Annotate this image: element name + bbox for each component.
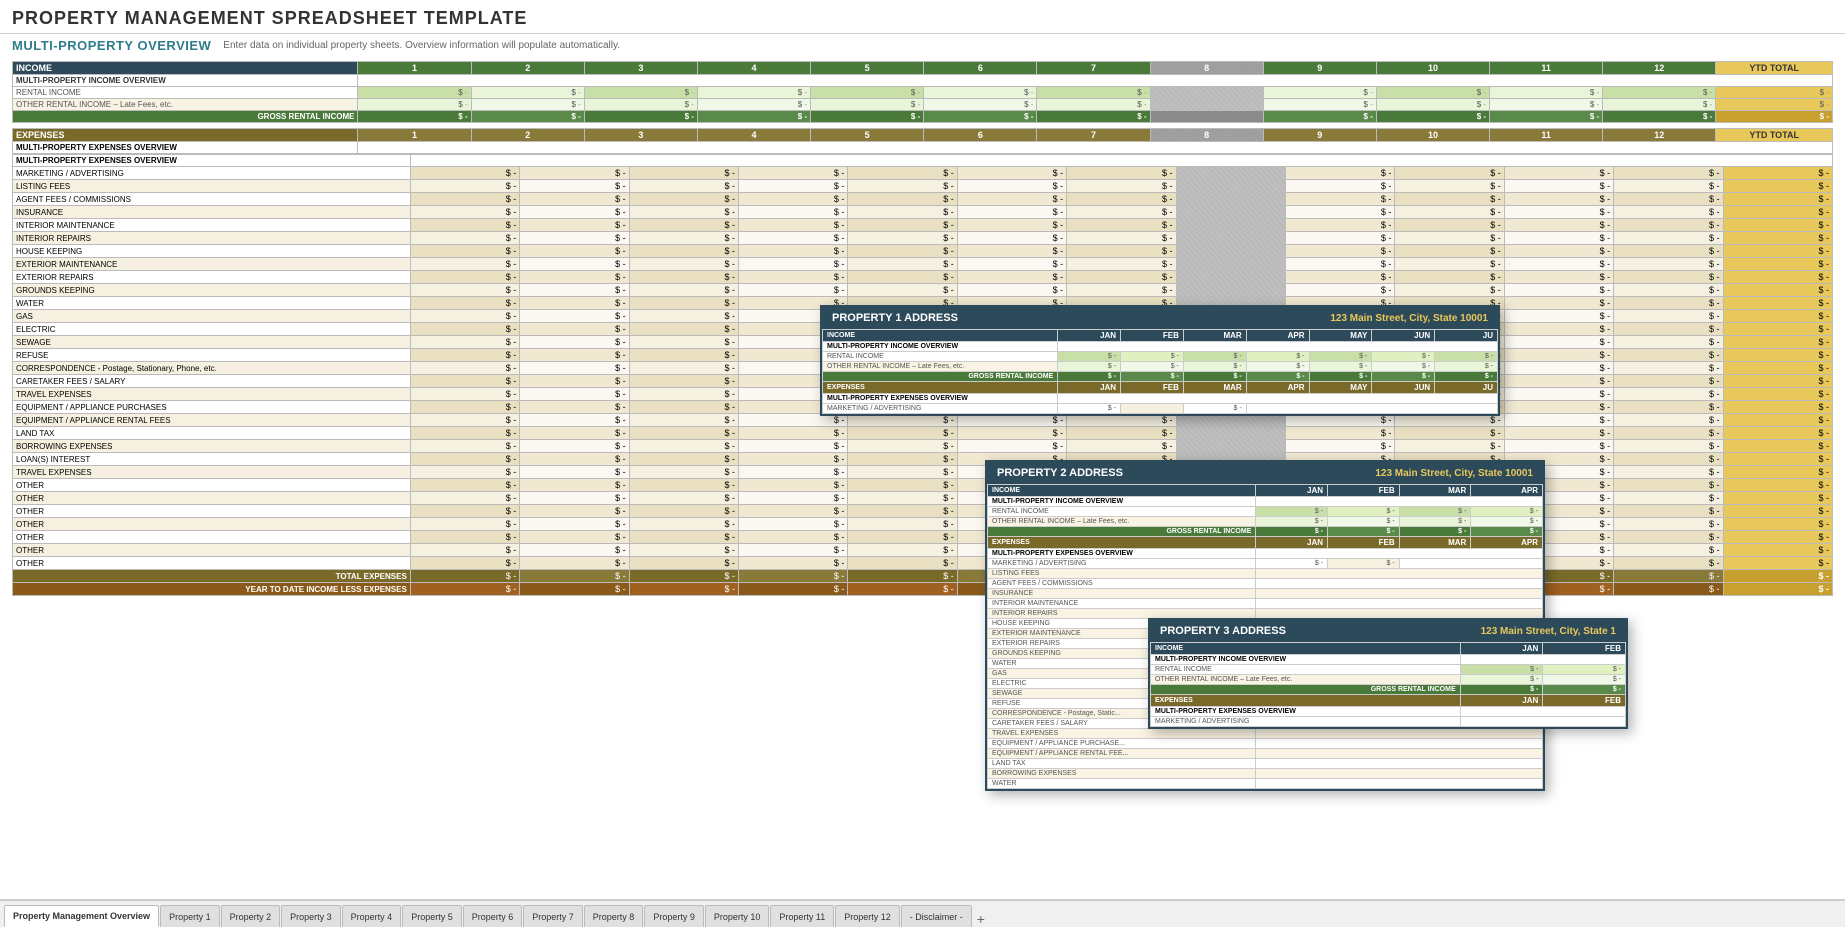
expense-row-21: LAND TAX $ - $ - $ - $ - $ - $ - $ - $ -… xyxy=(13,427,1833,440)
expense-row-6: INTERIOR REPAIRS $ - $ - $ - $ - $ - $ -… xyxy=(13,232,1833,245)
expenses-header-row: EXPENSES 1 2 3 4 5 6 7 8 9 10 11 12 YTD … xyxy=(13,129,1833,142)
tab-property-12[interactable]: Property 12 xyxy=(835,905,900,927)
expense-row-9: EXTERIOR REPAIRS $ - $ - $ - $ - $ - $ -… xyxy=(13,271,1833,284)
property1-address: 123 Main Street, City, State 10001 xyxy=(1330,313,1488,324)
tab-property-management-overview[interactable]: Property Management Overview xyxy=(4,905,159,927)
expense-row-5: INTERIOR MAINTENANCE $ - $ - $ - $ - $ -… xyxy=(13,219,1833,232)
tab-property-11[interactable]: Property 11 xyxy=(770,905,834,927)
section-header: MULTI-PROPERTY OVERVIEW Enter data on in… xyxy=(0,34,1845,57)
property3-address: 123 Main Street, City, State 1 xyxy=(1481,626,1616,637)
expense-row-26: OTHER $ - $ - $ - $ - $ - $ - $ - $ - $ … xyxy=(13,492,1833,505)
add-tab-button[interactable]: + xyxy=(973,911,989,927)
property3-title: PROPERTY 3 ADDRESS xyxy=(1160,625,1286,637)
expense-row-29: OTHER $ - $ - $ - $ - $ - $ - $ - $ - $ … xyxy=(13,531,1833,544)
tab-property-3[interactable]: Property 3 xyxy=(281,905,341,927)
tab-property-9[interactable]: Property 9 xyxy=(644,905,704,927)
property1-title: PROPERTY 1 ADDRESS xyxy=(832,312,958,324)
expense-row-23: LOAN(S) INTEREST $ - $ - $ - $ - $ - $ -… xyxy=(13,453,1833,466)
expense-row-28: OTHER $ - $ - $ - $ - $ - $ - $ - $ - $ … xyxy=(13,518,1833,531)
property3-table: INCOME JAN FEB MULTI-PROPERTY INCOME OVE… xyxy=(1150,642,1626,727)
section-subtitle: Enter data on individual property sheets… xyxy=(223,40,620,51)
expense-row-0: MULTI-PROPERTY EXPENSES OVERVIEW xyxy=(13,155,1833,167)
app-container: PROPERTY MANAGEMENT SPREADSHEET TEMPLATE… xyxy=(0,0,1845,927)
tab-property-10[interactable]: Property 10 xyxy=(705,905,770,927)
income-header-row: INCOME 1 2 3 4 5 6 7 8 9 10 11 12 YTD TO… xyxy=(13,62,1833,75)
property2-address: 123 Main Street, City, State 10001 xyxy=(1375,468,1533,479)
expense-row-33: YEAR TO DATE INCOME LESS EXPENSES $ -$ -… xyxy=(13,583,1833,596)
spreadsheet-area: INCOME 1 2 3 4 5 6 7 8 9 10 11 12 YTD TO… xyxy=(0,57,1845,877)
tab-property-1[interactable]: Property 1 xyxy=(160,905,220,927)
property2-title: PROPERTY 2 ADDRESS xyxy=(997,467,1123,479)
expense-row-10: GROUNDS KEEPING $ - $ - $ - $ - $ - $ - … xyxy=(13,284,1833,297)
gross-rental-income-row: GROSS RENTAL INCOME $ - $ - $ - $ - $ - … xyxy=(13,111,1833,123)
expense-row-32: TOTAL EXPENSES $ -$ -$ -$ -$ -$ -$ -$ -$… xyxy=(13,570,1833,583)
expense-row-4: INSURANCE $ - $ - $ - $ - $ - $ - $ - $ … xyxy=(13,206,1833,219)
expense-row-8: EXTERIOR MAINTENANCE $ - $ - $ - $ - $ -… xyxy=(13,258,1833,271)
rental-income-row: RENTAL INCOME $ - $ - $ - $ - $ - $ - $ … xyxy=(13,87,1833,99)
section-title: MULTI-PROPERTY OVERVIEW xyxy=(12,38,211,53)
app-header: PROPERTY MANAGEMENT SPREADSHEET TEMPLATE xyxy=(0,0,1845,34)
tab-property-7[interactable]: Property 7 xyxy=(523,905,583,927)
expense-row-31: OTHER $ - $ - $ - $ - $ - $ - $ - $ - $ … xyxy=(13,557,1833,570)
other-rental-income-row: OTHER RENTAL INCOME – Late Fees, etc. $ … xyxy=(13,99,1833,111)
expense-row-25: OTHER $ - $ - $ - $ - $ - $ - $ - $ - $ … xyxy=(13,479,1833,492)
tab-property-4[interactable]: Property 4 xyxy=(342,905,402,927)
income-label: INCOME xyxy=(13,62,358,75)
expense-row-2: LISTING FEES $ - $ - $ - $ - $ - $ - $ -… xyxy=(13,180,1833,193)
tab-bar: Property Management Overview Property 1 … xyxy=(0,899,1845,927)
property3-popup: PROPERTY 3 ADDRESS 123 Main Street, City… xyxy=(1148,618,1628,729)
tab-property-8[interactable]: Property 8 xyxy=(584,905,644,927)
tab-disclaimer[interactable]: - Disclaimer - xyxy=(901,905,972,927)
expense-row-27: OTHER $ - $ - $ - $ - $ - $ - $ - $ - $ … xyxy=(13,505,1833,518)
property1-table: INCOME JAN FEB MAR APR MAY JUN JU MULTI-… xyxy=(822,329,1498,414)
tab-property-5[interactable]: Property 5 xyxy=(402,905,462,927)
property1-popup-header: PROPERTY 1 ADDRESS 123 Main Street, City… xyxy=(822,307,1498,329)
tab-property-2[interactable]: Property 2 xyxy=(221,905,281,927)
income-section-header: MULTI-PROPERTY INCOME OVERVIEW xyxy=(13,75,1833,87)
main-table: INCOME 1 2 3 4 5 6 7 8 9 10 11 12 YTD TO… xyxy=(12,61,1833,154)
expense-row-7: HOUSE KEEPING $ - $ - $ - $ - $ - $ - $ … xyxy=(13,245,1833,258)
expense-row-1: MARKETING / ADVERTISING $ - $ - $ - $ - … xyxy=(13,167,1833,180)
expense-row-22: BORROWING EXPENSES $ - $ - $ - $ - $ - $… xyxy=(13,440,1833,453)
app-title: PROPERTY MANAGEMENT SPREADSHEET TEMPLATE xyxy=(12,8,1833,29)
expense-section-header: MULTI-PROPERTY EXPENSES OVERVIEW xyxy=(13,142,1833,154)
property2-popup-header: PROPERTY 2 ADDRESS 123 Main Street, City… xyxy=(987,462,1543,484)
property1-popup: PROPERTY 1 ADDRESS 123 Main Street, City… xyxy=(820,305,1500,416)
property3-popup-header: PROPERTY 3 ADDRESS 123 Main Street, City… xyxy=(1150,620,1626,642)
tab-property-6[interactable]: Property 6 xyxy=(463,905,523,927)
expense-row-3: AGENT FEES / COMMISSIONS $ - $ - $ - $ -… xyxy=(13,193,1833,206)
expense-row-24: TRAVEL EXPENSES $ - $ - $ - $ - $ - $ - … xyxy=(13,466,1833,479)
expense-row-30: OTHER $ - $ - $ - $ - $ - $ - $ - $ - $ … xyxy=(13,544,1833,557)
